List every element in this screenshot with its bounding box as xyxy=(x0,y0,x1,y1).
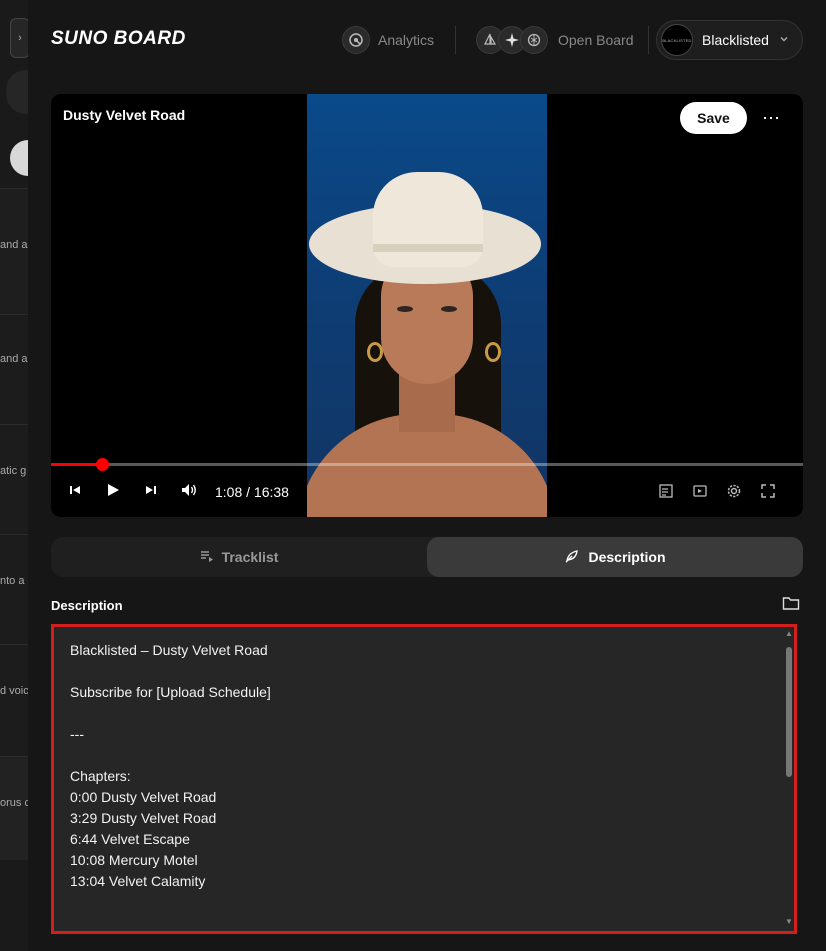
left-card[interactable]: orus c xyxy=(0,756,28,860)
skip-next-icon xyxy=(144,483,158,502)
analytics-icon xyxy=(342,26,370,54)
description-line xyxy=(70,661,778,682)
thumbnail-hat-crown xyxy=(373,172,483,267)
volume-icon xyxy=(180,482,198,503)
thumbnail-hat-band xyxy=(373,244,483,252)
description-line: Subscribe for [Upload Schedule] xyxy=(70,684,271,700)
description-line: 0:00 Dusty Velvet Road xyxy=(70,789,217,805)
thumbnail-earring xyxy=(367,342,383,362)
expand-sidebar-button[interactable]: › xyxy=(10,18,28,58)
account-avatar: BLACKLISTED xyxy=(661,24,693,56)
tab-description-label: Description xyxy=(588,549,666,565)
description-line: 10:08 Mercury Motel xyxy=(70,852,198,868)
open-board-label: Open Board xyxy=(558,32,634,48)
previous-track-button[interactable] xyxy=(65,480,85,504)
volume-button[interactable] xyxy=(177,480,201,504)
left-pane-avatar[interactable] xyxy=(10,140,28,176)
play-icon xyxy=(105,482,121,503)
description-line xyxy=(70,745,778,766)
video-player[interactable]: Dusty Velvet Road Save ⋯ 1:08 / 16:38 xyxy=(51,94,803,517)
fullscreen-icon xyxy=(760,483,776,502)
playlist-icon xyxy=(200,549,214,566)
left-card[interactable]: atic g xyxy=(0,424,28,534)
folder-icon xyxy=(782,595,800,616)
left-card[interactable]: d voic xyxy=(0,644,28,756)
autoplay-settings-button[interactable] xyxy=(689,480,711,504)
leaf-pen-icon xyxy=(564,548,580,567)
player-controls: 1:08 / 16:38 xyxy=(51,476,803,508)
content-tabs: Tracklist Description xyxy=(51,537,803,577)
description-scrollbar[interactable]: ▲ ▼ xyxy=(784,629,794,926)
gear-icon xyxy=(726,483,742,502)
chapters-icon xyxy=(658,483,674,502)
description-line: Blacklisted – Dusty Velvet Road xyxy=(70,642,268,658)
scroll-up-icon[interactable]: ▲ xyxy=(785,629,793,638)
left-card-text: d voic xyxy=(0,685,28,697)
left-card-text: atic g xyxy=(0,465,27,477)
chapters-button[interactable] xyxy=(655,480,677,504)
time-display: 1:08 / 16:38 xyxy=(215,484,289,500)
brand-logo[interactable]: SUNO BOARD xyxy=(51,28,186,50)
left-pane: › and a and a atic g nto a l d voic orus… xyxy=(0,0,28,951)
account-name: Blacklisted xyxy=(702,32,769,48)
analytics-link[interactable]: Analytics xyxy=(342,24,434,56)
left-pane-pill[interactable] xyxy=(6,70,28,114)
description-line: 6:44 Velvet Escape xyxy=(70,831,190,847)
scroll-down-icon[interactable]: ▼ xyxy=(785,917,793,926)
account-menu[interactable]: BLACKLISTED Blacklisted xyxy=(656,20,803,60)
tab-tracklist-label: Tracklist xyxy=(221,549,279,565)
skip-previous-icon xyxy=(68,483,82,502)
thumbnail-earring xyxy=(485,342,501,362)
open-board-link[interactable]: Open Board xyxy=(476,24,634,56)
description-content: Blacklisted – Dusty Velvet Road Subscribe… xyxy=(70,640,778,892)
description-line xyxy=(70,703,778,724)
next-track-button[interactable] xyxy=(141,480,161,504)
left-card[interactable]: and a xyxy=(0,314,28,424)
progress-bar[interactable] xyxy=(51,458,803,471)
description-line: --- xyxy=(70,726,84,742)
description-line: 3:29 Dusty Velvet Road xyxy=(70,810,217,826)
description-line: Chapters: xyxy=(70,768,131,784)
left-card-text: and a xyxy=(0,239,28,251)
thumbnail-eye xyxy=(397,306,413,312)
video-thumbnail xyxy=(307,94,547,517)
video-title: Dusty Velvet Road xyxy=(63,107,186,123)
divider xyxy=(455,26,456,54)
settings-button[interactable] xyxy=(723,480,745,504)
left-card[interactable]: nto a l xyxy=(0,534,28,644)
video-settings-icon xyxy=(692,483,708,502)
tab-tracklist[interactable]: Tracklist xyxy=(51,537,427,577)
left-card-text: and a xyxy=(0,353,28,365)
play-button[interactable] xyxy=(103,480,123,504)
left-card-text: nto a l xyxy=(0,575,28,587)
left-card[interactable]: and a xyxy=(0,188,28,314)
top-bar: SUNO BOARD Analytics Open Board BLACKLIS… xyxy=(28,0,826,80)
openai-icon xyxy=(520,26,548,54)
scrollbar-thumb[interactable] xyxy=(786,647,792,777)
tab-description[interactable]: Description xyxy=(427,537,803,577)
left-card-text: orus c xyxy=(0,797,28,809)
description-textarea[interactable]: Blacklisted – Dusty Velvet Road Subscribe… xyxy=(51,624,797,934)
chevron-down-icon xyxy=(779,34,789,47)
analytics-label: Analytics xyxy=(378,32,435,48)
thumbnail-eye xyxy=(441,306,457,312)
more-options-button[interactable]: ⋯ xyxy=(757,104,785,132)
open-folder-button[interactable] xyxy=(780,594,802,616)
main-panel: SUNO BOARD Analytics Open Board BLACKLIS… xyxy=(28,0,826,951)
divider xyxy=(648,26,649,54)
progress-scrubber[interactable] xyxy=(96,458,110,471)
progress-fill xyxy=(51,463,103,466)
save-button[interactable]: Save xyxy=(680,102,747,134)
fullscreen-button[interactable] xyxy=(757,480,779,504)
description-heading: Description xyxy=(51,598,123,613)
description-line: 13:04 Velvet Calamity xyxy=(70,873,206,889)
